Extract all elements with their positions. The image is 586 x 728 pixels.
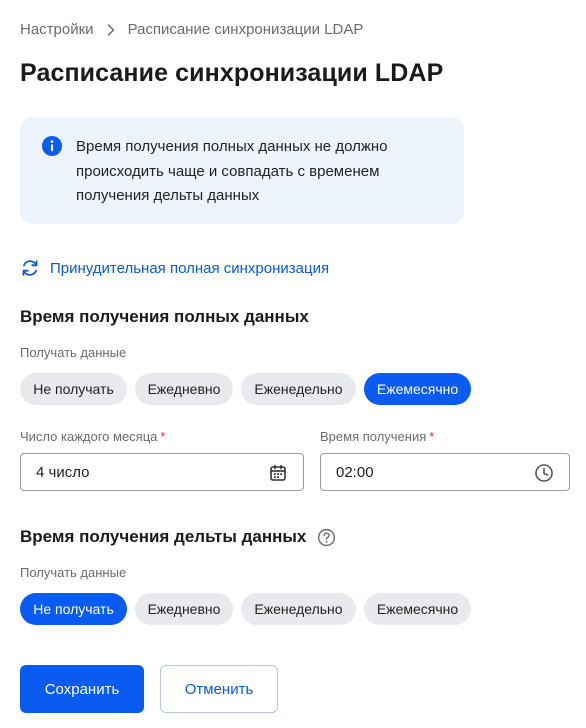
clock-icon[interactable] [534,463,554,483]
full-data-frequency-group: Не получать Ежедневно Еженедельно Ежемес… [20,373,471,405]
delta-data-title: Время получения дельты данных [20,527,307,546]
info-icon [42,136,62,156]
delta-data-option-none[interactable]: Не получать [20,593,127,625]
full-data-receive-label: Получать данные [20,345,127,360]
day-of-month-label: Число каждого месяца * [20,429,165,444]
day-of-month-field[interactable]: 4 число [20,453,304,491]
page-title: Расписание синхронизации LDAP [20,59,444,87]
info-text-line: получения дельты данных [76,187,260,204]
time-value: 02:00 [336,463,374,481]
breadcrumb-current: Расписание синхронизации LDAP [127,21,364,38]
delta-data-option-monthly[interactable]: Ежемесячно [364,593,471,625]
delta-data-section-title: Время получения дельты данных [20,527,336,547]
force-sync-link[interactable]: Принудительная полная синхронизация [20,258,329,278]
info-banner: Время получения полных данных не должно … [20,117,464,224]
info-text: Время получения полных данных не должно … [76,135,444,209]
info-text-line: происходить чаще и совпадать с временем [76,162,380,180]
time-label-text: Время получения [320,429,427,444]
delta-data-receive-label: Получать данные [20,565,127,580]
chevron-right-icon [107,23,115,36]
delta-data-option-daily[interactable]: Ежедневно [135,593,233,625]
info-text-line: Время получения полных данных не должно [76,138,388,155]
full-data-option-none[interactable]: Не получать [20,373,127,405]
day-of-month-label-text: Число каждого месяца [20,429,158,444]
calendar-icon[interactable] [268,463,288,483]
breadcrumb-settings-link[interactable]: Настройки [20,21,94,38]
full-data-section-title: Время получения полных данных [20,307,309,327]
cancel-button[interactable]: Отменить [160,665,278,713]
save-button[interactable]: Сохранить [20,665,144,713]
delta-data-frequency-group: Не получать Ежедневно Еженедельно Ежемес… [20,593,471,625]
required-mark: * [160,429,166,444]
force-sync-label: Принудительная полная синхронизация [50,259,330,277]
time-field[interactable]: 02:00 [320,453,570,491]
full-data-option-weekly[interactable]: Еженедельно [241,373,356,405]
delta-data-option-weekly[interactable]: Еженедельно [241,593,356,625]
time-label: Время получения * [320,429,434,444]
required-mark: * [429,429,435,444]
full-data-option-monthly[interactable]: Ежемесячно [364,373,471,405]
full-data-title: Время получения полных данных [20,307,309,326]
breadcrumb: Настройки Расписание синхронизации LDAP [20,21,363,38]
sync-icon [22,260,38,276]
help-icon[interactable] [317,528,336,547]
day-of-month-value: 4 число [36,463,90,481]
full-data-option-daily[interactable]: Ежедневно [135,373,233,405]
